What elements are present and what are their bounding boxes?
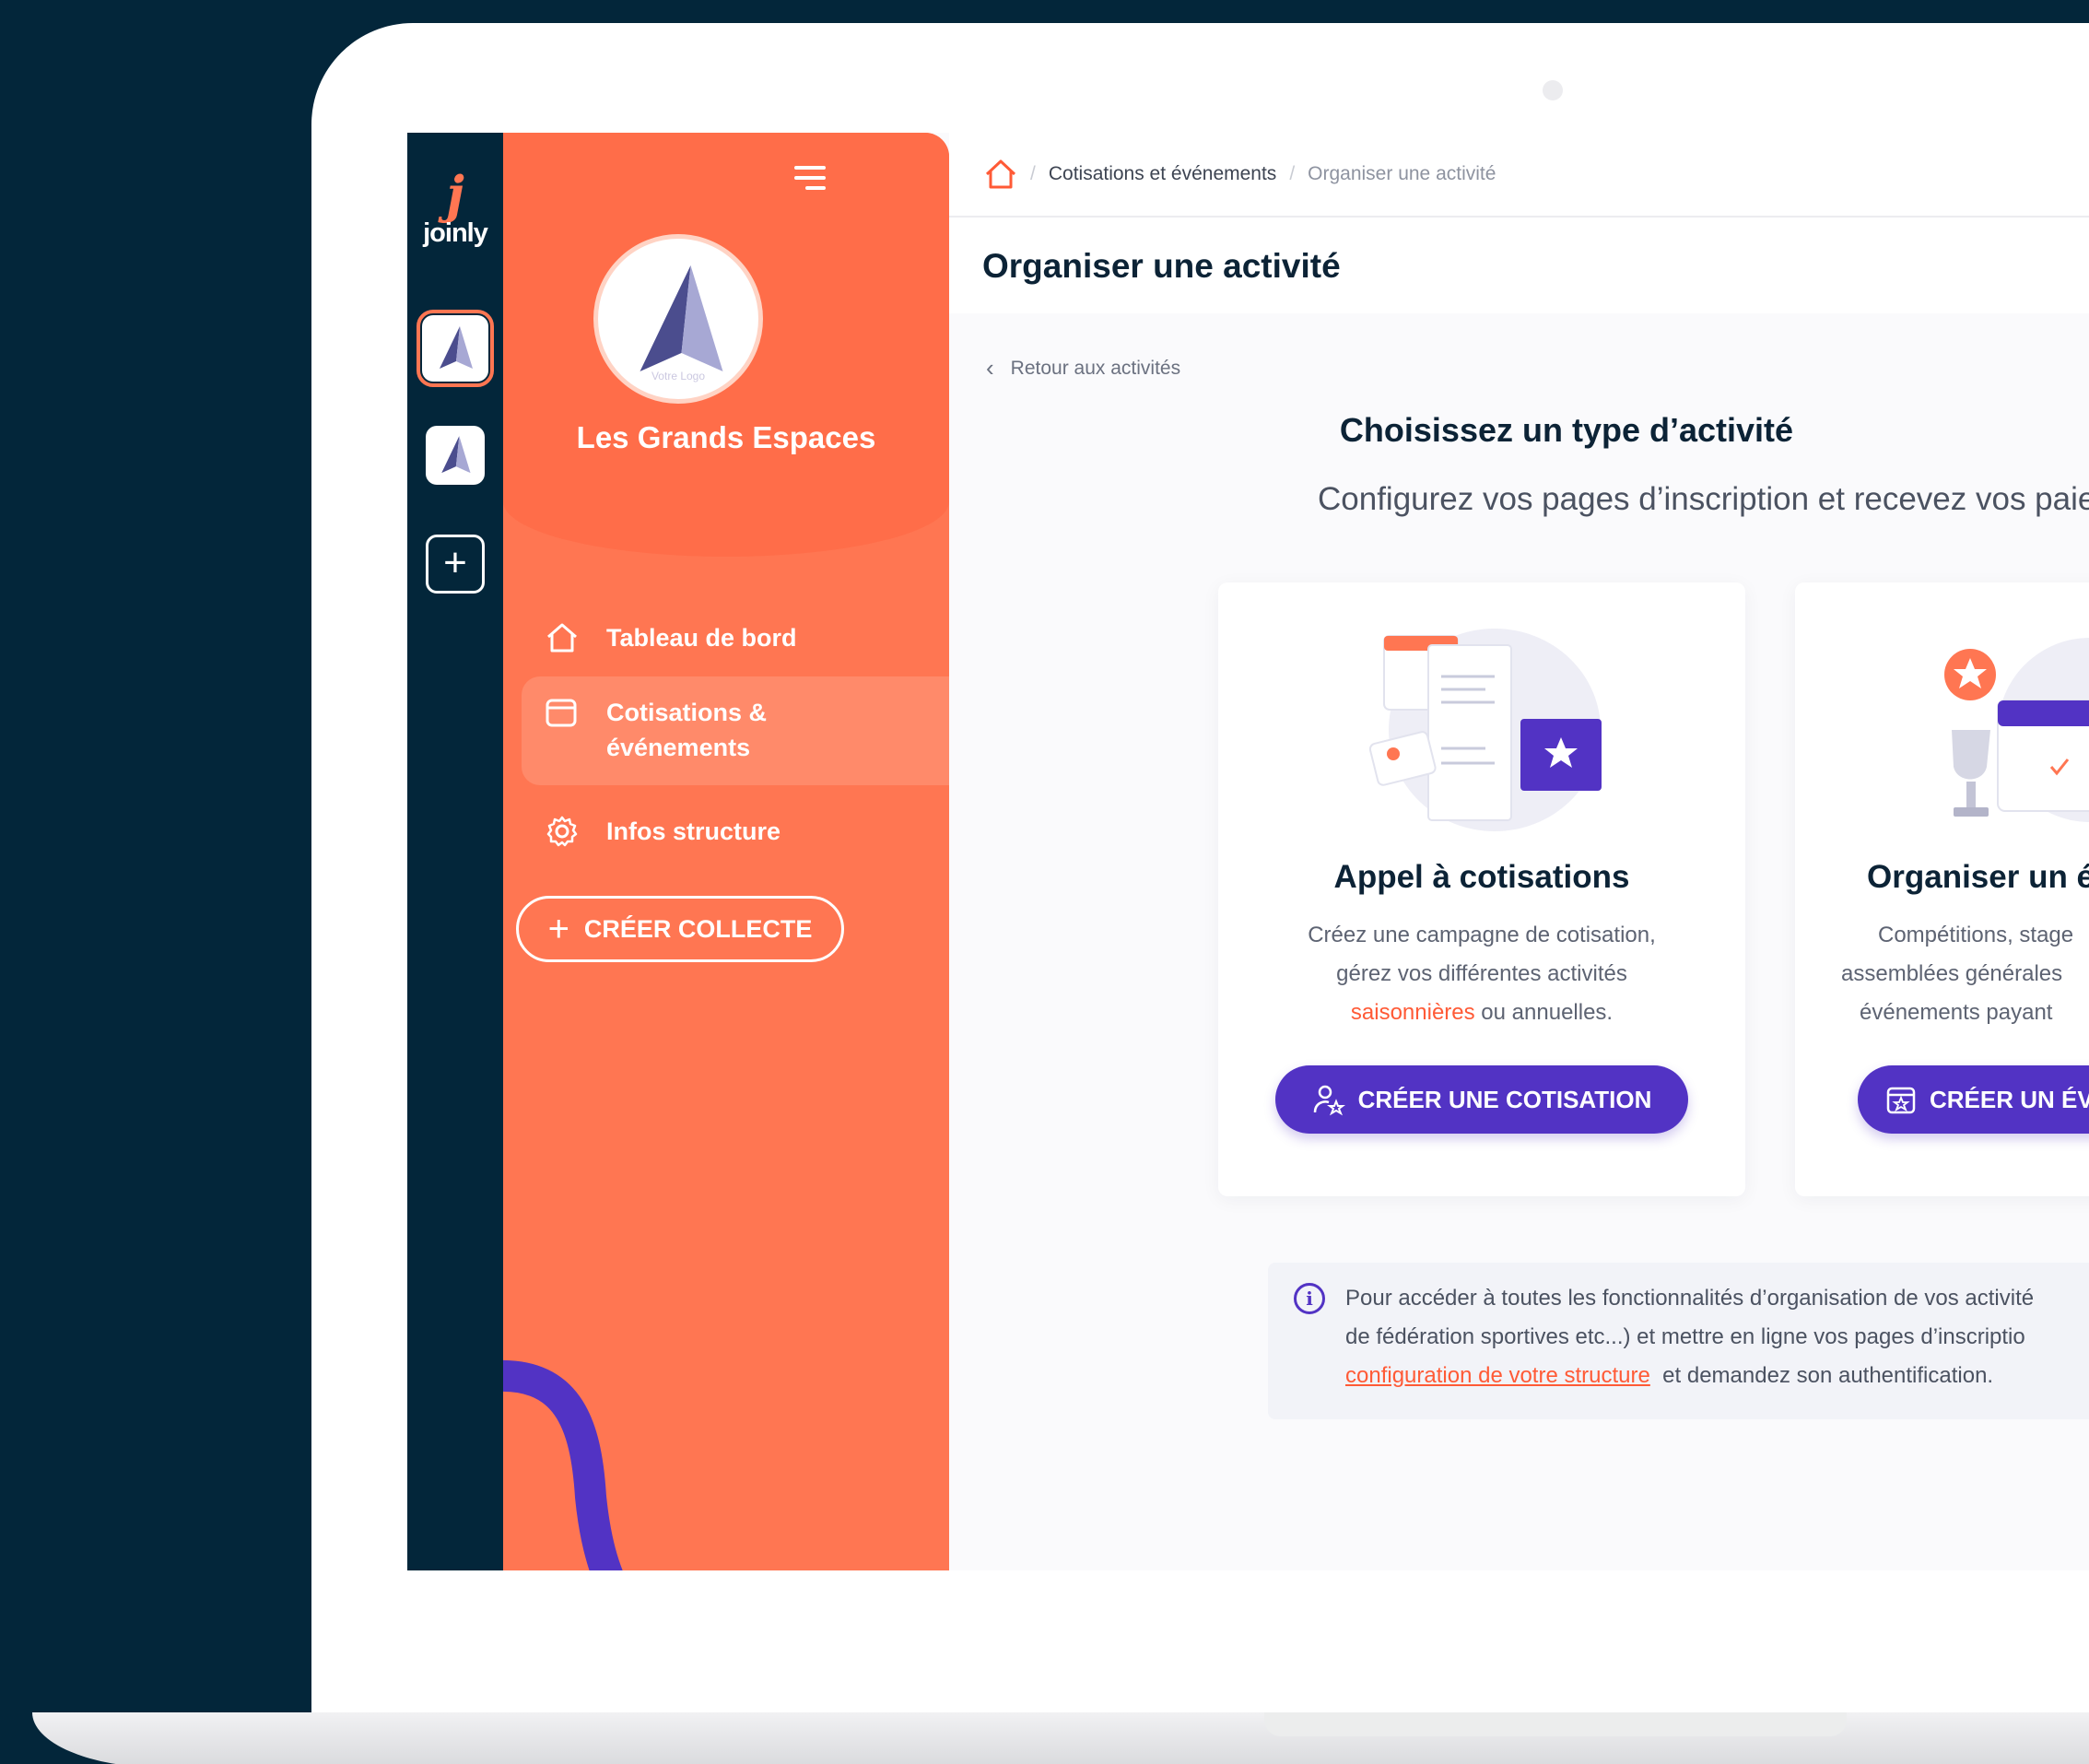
- button-label: CRÉER UNE COTISATION: [1357, 1085, 1652, 1113]
- org-name: Les Grands Espaces: [576, 420, 876, 454]
- home-icon[interactable]: [984, 159, 1017, 190]
- org-rail: j joinly +: [407, 133, 503, 1570]
- section-subtitle: Configurez vos pages d’inscription et re…: [1318, 481, 2089, 517]
- sidebar-item-infos[interactable]: Infos structure: [522, 806, 949, 857]
- org-sail-icon: [440, 326, 473, 369]
- sidebar: Votre Logo Les Grands Espaces Tableau de…: [503, 133, 949, 1570]
- logo-letter: j: [446, 165, 464, 224]
- notice-line: et demandez son authentification.: [1649, 1363, 1994, 1388]
- desc-rest: ou annuelles.: [1474, 1000, 1614, 1025]
- sidebar-item-label: Infos structure: [606, 817, 781, 845]
- org-sail-icon: [441, 436, 471, 474]
- breadcrumb-separator: /: [1289, 163, 1296, 184]
- joinly-logo[interactable]: j joinly: [407, 170, 503, 247]
- gear-icon: [546, 814, 590, 849]
- decorative-curve: [503, 1360, 623, 1570]
- add-org-button[interactable]: +: [426, 535, 485, 594]
- camera: [1543, 80, 1563, 100]
- org-logo: Votre Logo: [593, 234, 763, 404]
- info-notice: i Pour accéder à toutes les fonctionnali…: [1268, 1263, 2089, 1419]
- breadcrumb-current: Organiser une activité: [1308, 163, 1496, 184]
- card-desc-line: assemblées générales: [1841, 961, 2063, 986]
- chevron-left-icon: ‹: [986, 354, 994, 382]
- structure-config-link[interactable]: configuration de votre structure: [1345, 1363, 1650, 1388]
- create-collecte-label: CRÉER COLLECTE: [583, 914, 813, 943]
- app-screen: j joinly + Votre Logo Les Grands Espaces…: [407, 133, 2089, 1570]
- cotisation-illustration: [1368, 629, 1602, 831]
- create-collecte-button[interactable]: + CRÉER COLLECTE: [516, 896, 844, 962]
- card-desc-line: gérez vos différentes activités: [1336, 961, 1627, 986]
- sidebar-item-label: Tableau de bord: [606, 624, 797, 652]
- activity-card-cotisation: Appel à cotisations Créez une campagne d…: [1218, 582, 1745, 1196]
- card-title: Appel à cotisations: [1333, 859, 1630, 895]
- notice-line: Pour accéder à toutes les fonctionnalité…: [1345, 1286, 2035, 1311]
- notice-text: Pour accéder à toutes les fonctionnalité…: [1345, 1279, 2089, 1395]
- rail-org-current[interactable]: [417, 310, 494, 387]
- home-icon: [546, 620, 590, 655]
- page-title: Organiser une activité: [982, 247, 1341, 285]
- create-cotisation-button[interactable]: CRÉER UNE COTISATION: [1275, 1065, 1688, 1134]
- card-description: Compétitions, stage assemblées générales…: [1841, 916, 2089, 1032]
- main-content: / Cotisations et événements / Organiser …: [949, 133, 2089, 1570]
- desc-highlight: saisonnières: [1350, 1000, 1475, 1025]
- user-star-icon: [1312, 1083, 1345, 1116]
- calendar-icon: [546, 695, 590, 730]
- create-event-button[interactable]: CRÉER UN ÉV: [1858, 1065, 2089, 1134]
- card-desc-line: saisonnières ou annuelles.: [1283, 994, 1681, 1032]
- logo-caption: Votre Logo: [651, 370, 706, 382]
- sidebar-item-cotisations[interactable]: Cotisations & événements: [522, 676, 949, 785]
- info-icon: i: [1294, 1283, 1325, 1314]
- org-sail-icon: [640, 265, 723, 371]
- laptop-notch: [1264, 1712, 1847, 1736]
- top-bar: / Cotisations et événements / Organiser …: [949, 133, 2089, 218]
- breadcrumb-item[interactable]: Cotisations et événements: [1049, 163, 1276, 185]
- menu-icon[interactable]: [794, 166, 826, 196]
- breadcrumb: / Cotisations et événements / Organiser …: [984, 159, 1496, 190]
- back-label: Retour aux activités: [1010, 357, 1181, 379]
- button-label: CRÉER UN ÉV: [1930, 1085, 2089, 1113]
- calendar-star-icon: [1885, 1084, 1917, 1115]
- plus-icon: +: [547, 908, 569, 949]
- card-title: Organiser un é: [1867, 859, 2089, 895]
- card-desc-line: Compétitions, stage: [1878, 923, 2074, 947]
- activity-card-event: Organiser un é Compétitions, stage assem…: [1795, 582, 2089, 1196]
- card-desc-line: Créez une campagne de cotisation,: [1308, 923, 1656, 947]
- breadcrumb-separator: /: [1030, 163, 1036, 184]
- sidebar-item-label: Cotisations &: [606, 699, 768, 726]
- card-description: Créez une campagne de cotisation, gérez …: [1283, 916, 1681, 1032]
- logo-text: joinly: [423, 218, 488, 248]
- event-illustration: [1944, 638, 2089, 822]
- page-header: Organiser une activité: [949, 218, 2089, 313]
- sidebar-item-dashboard[interactable]: Tableau de bord: [522, 612, 949, 664]
- notice-line: de fédération sportives etc...) et mettr…: [1345, 1324, 2025, 1349]
- rail-org-other[interactable]: [426, 426, 485, 485]
- back-link[interactable]: ‹ Retour aux activités: [986, 354, 1180, 382]
- card-desc-line: événements payant: [1860, 1000, 2053, 1025]
- sidebar-item-label-2: événements: [606, 734, 751, 761]
- section-title: Choisissez un type d’activité: [1339, 411, 1794, 449]
